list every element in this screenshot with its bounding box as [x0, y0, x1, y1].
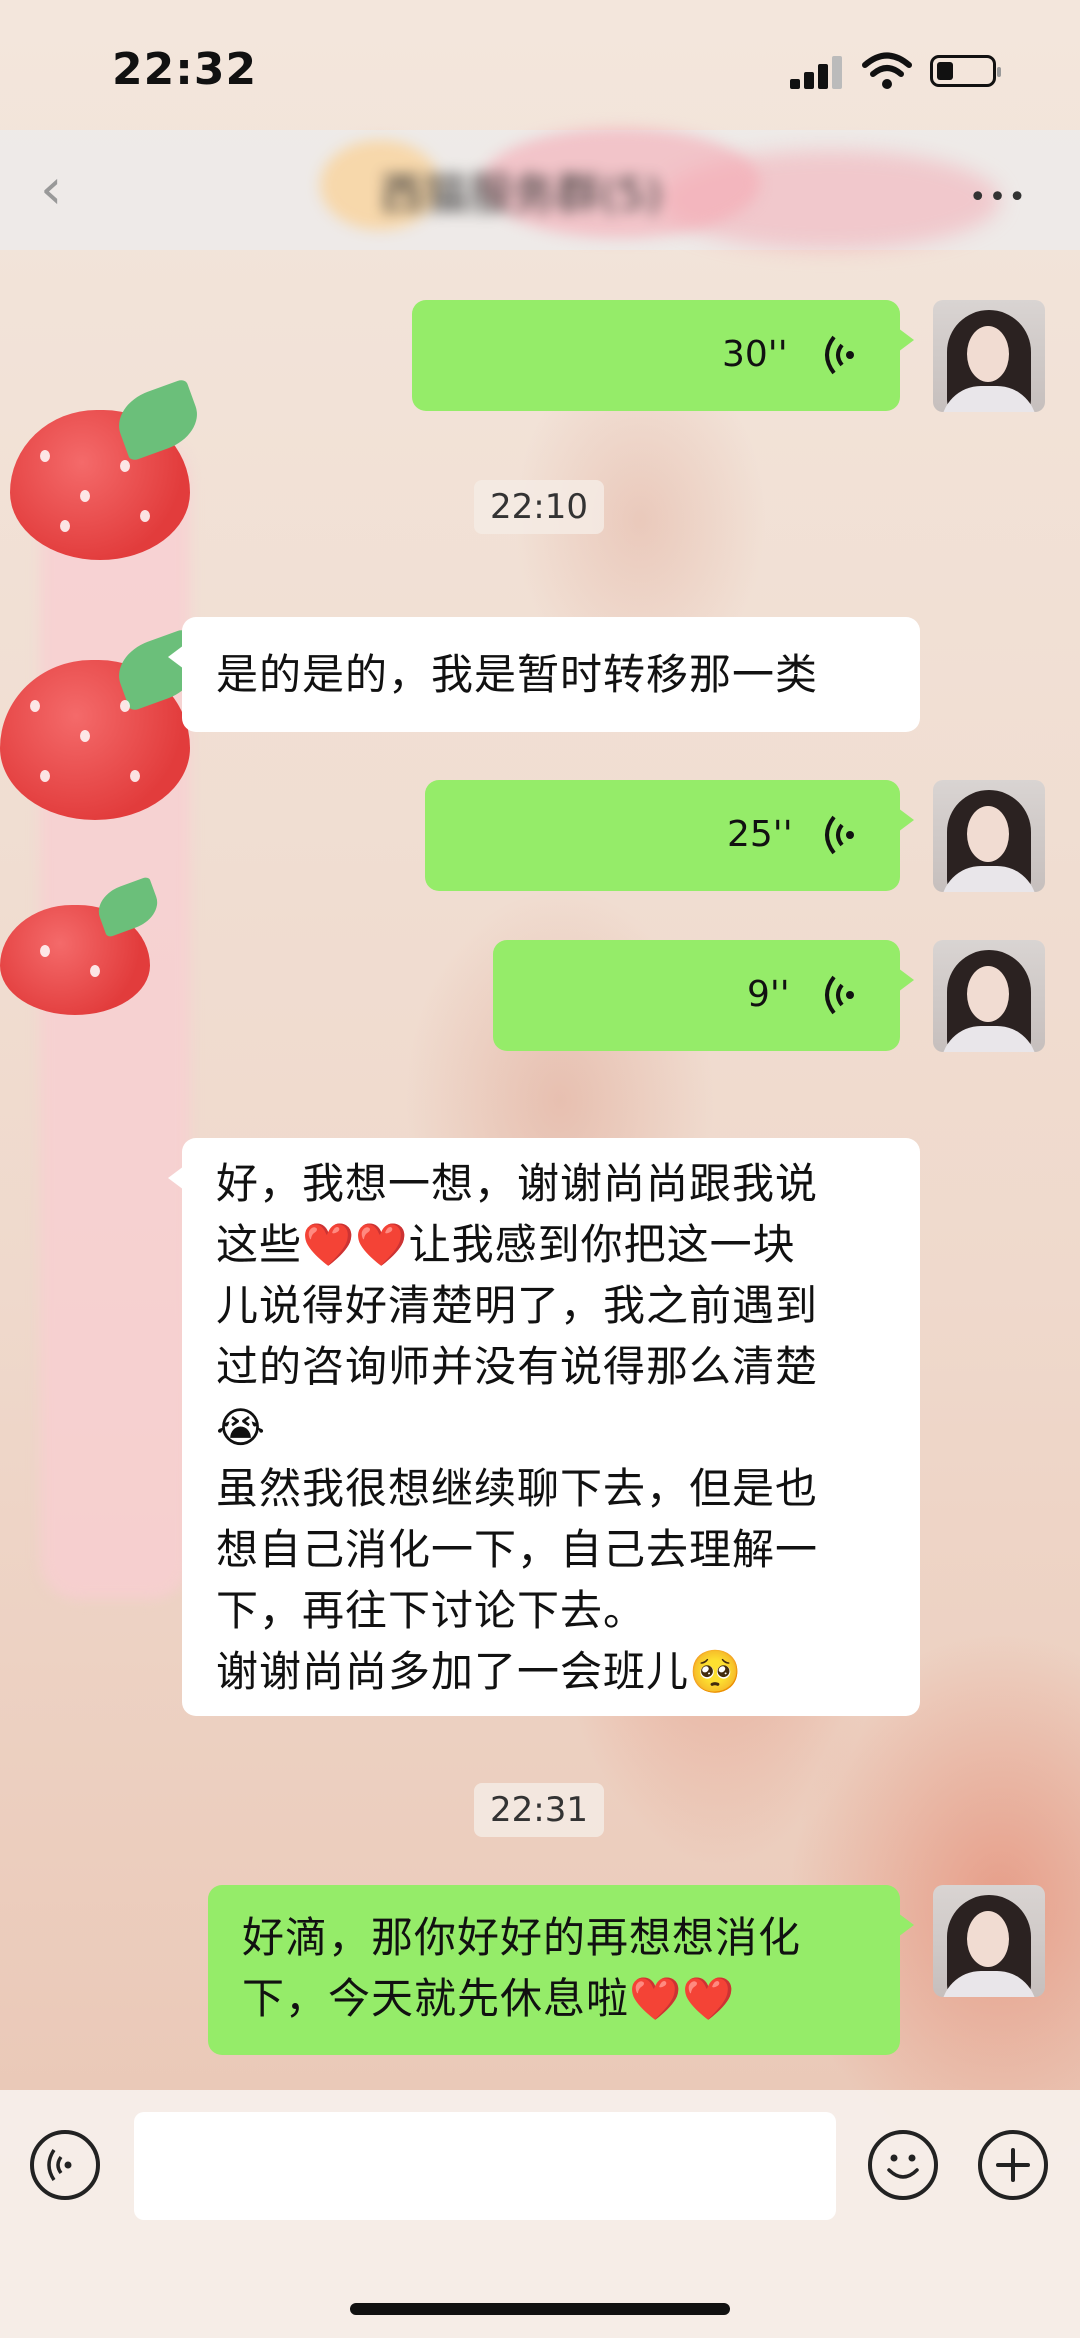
avatar[interactable] — [933, 1885, 1045, 1997]
voice-duration: 30'' — [722, 334, 788, 375]
message-text-line: 谢谢尚尚多加了一会班儿🥺 — [216, 1647, 743, 1696]
status-time: 22:32 — [112, 44, 258, 95]
strawberry-decoration — [0, 876, 164, 1015]
chat-header: ‹ 西猫服务群(5) ••• — [0, 128, 1080, 250]
voice-message[interactable]: 9'' — [493, 940, 914, 1051]
voice-wave-icon — [825, 975, 854, 1015]
text-message[interactable]: 好，我想一想，谢谢尚尚跟我说 这些❤️❤️让我感到你把这一块 儿说得好清楚明了，… — [168, 1138, 920, 1716]
voice-mode-icon — [47, 2149, 72, 2181]
chat-title: 西猫服务群(5) — [320, 128, 760, 238]
avatar[interactable] — [933, 780, 1045, 892]
battery-icon — [930, 55, 1001, 87]
voice-mode-button[interactable] — [30, 2130, 100, 2200]
strawberry-decoration — [0, 628, 206, 820]
emoji-icon — [887, 2154, 919, 2179]
message-text-line: 下，今天就先休息啦❤️❤️ — [242, 1974, 736, 2023]
chat-title-text: 西猫服务群(5) — [380, 169, 663, 220]
voice-duration: 25'' — [727, 814, 793, 855]
message-text-line: 好，我想一想，谢谢尚尚跟我说 — [216, 1159, 819, 1208]
message-text-line: 虽然我很想继续聊下去，但是也 — [216, 1464, 819, 1513]
message-timestamp: 22:31 — [474, 1783, 604, 1837]
text-message[interactable]: 是的是的，我是暂时转移那一类 — [168, 617, 920, 732]
text-message[interactable]: 好滴，那你好好的再想想消化 下，今天就先休息啦❤️❤️ — [208, 1885, 914, 2055]
voice-duration: 9'' — [747, 974, 790, 1015]
more-options-button[interactable]: ••• — [969, 180, 1028, 215]
message-text-line: 儿说得好清楚明了，我之前遇到 — [216, 1281, 819, 1330]
back-button[interactable]: ‹ — [40, 160, 62, 220]
background-decoration — [40, 440, 190, 1600]
message-text-line: 好滴，那你好好的再想想消化 — [242, 1913, 802, 1962]
cellular-signal-icon — [790, 55, 846, 89]
input-bar — [0, 2090, 1080, 2338]
message-text-line: 下，再往下讨论下去。 — [216, 1586, 647, 1635]
voice-message[interactable]: 30'' — [412, 300, 914, 411]
voice-message[interactable]: 25'' — [425, 780, 914, 891]
message-input[interactable] — [134, 2112, 836, 2220]
voice-wave-icon — [825, 335, 854, 375]
plus-icon — [996, 2148, 1030, 2182]
home-indicator — [350, 2303, 730, 2315]
strawberry-decoration — [10, 378, 206, 560]
message-text-line: 过的咨询师并没有说得那么清楚 — [216, 1342, 819, 1391]
avatar[interactable] — [933, 300, 1045, 412]
message-text-line: 😭 — [216, 1403, 267, 1452]
message-text-line: 想自己消化一下，自己去理解一 — [216, 1525, 819, 1574]
message-text-line: 这些❤️❤️让我感到你把这一块 — [216, 1220, 796, 1269]
message-text: 是的是的，我是暂时转移那一类 — [216, 650, 819, 699]
emoji-button[interactable] — [868, 2130, 938, 2200]
plus-button[interactable] — [978, 2130, 1048, 2200]
wifi-icon — [862, 52, 912, 89]
message-timestamp: 22:10 — [474, 480, 604, 534]
status-bar: 22:32 — [0, 0, 1080, 130]
avatar[interactable] — [933, 940, 1045, 1052]
voice-wave-icon — [825, 815, 854, 855]
